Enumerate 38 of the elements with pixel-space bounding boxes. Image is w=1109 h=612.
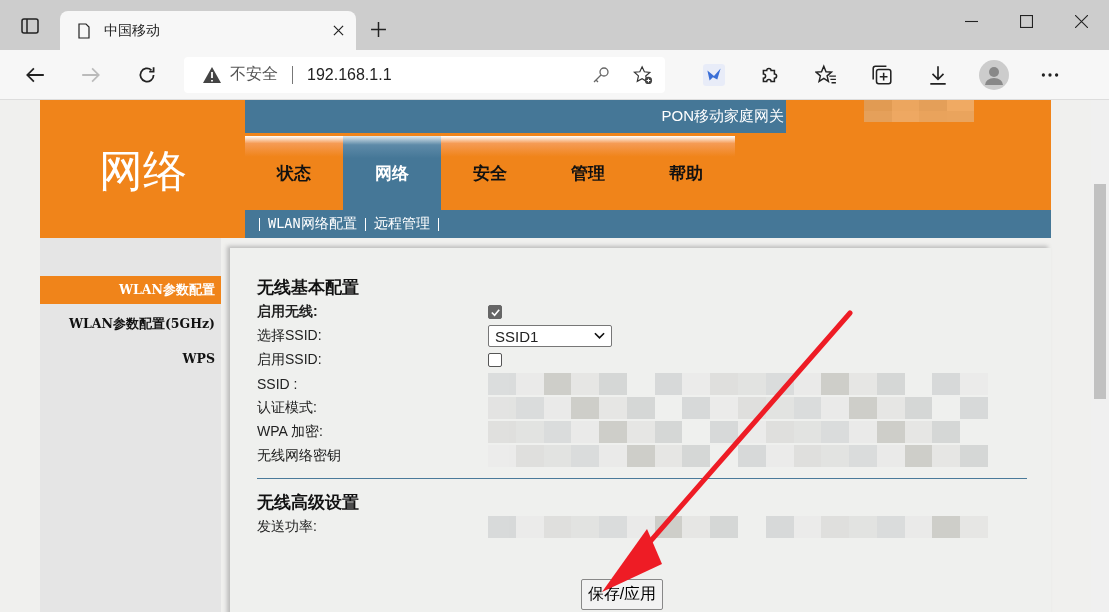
- address-bar[interactable]: 不安全 192.168.1.1: [184, 56, 665, 93]
- section-title: 无线基本配置: [257, 277, 360, 299]
- sidebar-item[interactable]: WLAN参数配置(5GHz): [40, 310, 221, 338]
- key-icon[interactable]: [591, 64, 611, 85]
- favorites-icon[interactable]: [815, 63, 837, 86]
- avatar-icon[interactable]: [979, 59, 1009, 90]
- chevron-icon: [594, 332, 605, 340]
- browser-tab[interactable]: 中国移动: [60, 11, 356, 50]
- collections-icon[interactable]: [871, 63, 893, 86]
- field-label: 启用无线:: [257, 303, 319, 321]
- close-icon[interactable]: [333, 25, 344, 36]
- checkbox[interactable]: [488, 305, 502, 319]
- checkbox[interactable]: [488, 353, 502, 367]
- field-label: 认证模式:: [257, 399, 318, 417]
- download-icon[interactable]: [927, 63, 949, 86]
- field-label: 无线网络密钥: [257, 447, 342, 465]
- maximize-icon[interactable]: [1020, 15, 1033, 28]
- nav-tab[interactable]: 网络: [343, 136, 441, 210]
- field-label: 发送功率:: [257, 518, 318, 536]
- new-tab-icon[interactable]: [370, 21, 387, 38]
- field-label: WPA 加密:: [257, 423, 324, 441]
- banner-bar: PON移动家庭网关: [245, 100, 786, 133]
- page-title: 网络: [97, 143, 188, 198]
- bird-extension-icon[interactable]: [703, 63, 725, 86]
- subnav-link[interactable]: WLAN网络配置: [268, 215, 357, 233]
- address-text: 192.168.1.1: [307, 65, 392, 84]
- security-label: 不安全: [230, 64, 278, 84]
- field-label: 选择SSID:: [257, 327, 323, 345]
- field-label: SSID :: [257, 376, 299, 392]
- close-window-icon[interactable]: [1075, 15, 1088, 28]
- section-title: 无线高级设置: [257, 492, 360, 514]
- ssid-select[interactable]: SSID1: [488, 325, 612, 347]
- tab-actions-icon[interactable]: [20, 16, 40, 36]
- subnav-link[interactable]: 远程管理: [373, 215, 430, 233]
- page-icon: [76, 22, 92, 39]
- field-label: 启用SSID:: [257, 351, 323, 369]
- sidebar-item[interactable]: WPS: [40, 344, 221, 372]
- add-favorite-icon[interactable]: [633, 64, 653, 85]
